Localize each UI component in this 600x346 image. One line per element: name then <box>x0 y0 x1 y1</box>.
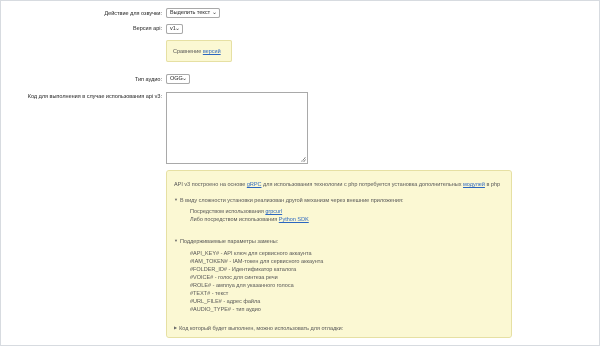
compare-note-text: Сравнение <box>173 49 202 55</box>
api-version-select[interactable]: v1 ⌄ <box>166 24 183 34</box>
code-field-label: Код для выполнения в случае использовани… <box>27 94 162 100</box>
info-intro-text: API v3 построено на основе <box>174 182 246 188</box>
param-item: #ROLE# - амплуа для указанного голоса <box>190 283 294 289</box>
chevron-down-icon: ⌄ <box>211 10 217 16</box>
python-sdk-line: Либо посредством использования Python SD… <box>190 217 309 224</box>
code-textarea[interactable] <box>166 92 308 164</box>
param-item: #TEXT# - текст <box>190 291 229 297</box>
param-item: #FOLDER_ID# - Идентификатор каталога <box>190 267 297 273</box>
info-intro-mid-text: для использования технологии с php потре… <box>263 182 462 188</box>
compare-versions-link[interactable]: версий <box>203 49 221 55</box>
chevron-down-icon: ⌄ <box>174 26 180 32</box>
section-external-apps-toggle[interactable]: ▼ В виду сложности установки реализован д… <box>174 196 404 205</box>
triangle-down-icon: ▼ <box>174 197 178 202</box>
grpcurl-link[interactable]: grpcurl <box>265 209 282 215</box>
section-debug-code-title: Код который будет выполнен, можно исполь… <box>179 326 344 332</box>
chevron-down-icon: ⌄ <box>181 76 187 82</box>
audio-type-value: OGG <box>170 76 183 82</box>
resize-handle-icon[interactable] <box>301 157 306 162</box>
compare-versions-note: Сравнение версий <box>166 40 232 62</box>
modules-link[interactable]: модулей <box>463 182 485 188</box>
api-v3-info-note: API v3 построено на основе gRPC для испо… <box>166 170 512 338</box>
section-params-toggle[interactable]: ▼ Поддерживаемые параметры замены: <box>174 237 278 246</box>
python-sdk-line-text: Либо посредством использования <box>190 217 278 223</box>
grpcurl-line-text: Посредством использования <box>190 209 264 215</box>
audio-type-select[interactable]: OGG ⌄ <box>166 74 190 84</box>
audio-type-label: Тип аудио: <box>134 77 162 83</box>
info-intro-post-text: в php <box>486 182 501 188</box>
section-debug-code-toggle[interactable]: ▶ Код который будет выполнен, можно испол… <box>174 324 343 333</box>
voice-action-label: Действие для озвучки: <box>104 11 162 17</box>
triangle-right-icon: ▶ <box>174 325 178 330</box>
voice-action-select[interactable]: Выделить текст ⌄ <box>166 8 220 18</box>
param-item: #VOICE# - голос для синтеза речи <box>190 275 278 281</box>
section-params-title: Поддерживаемые параметры замены: <box>179 239 279 245</box>
grpcurl-line: Посредством использования grpcurl <box>190 209 282 216</box>
api-version-label: Версия api: <box>133 26 162 32</box>
param-item: #AUDIO_TYPE# - тип аудио <box>190 307 261 313</box>
section-external-apps-title: В виду сложности установки реализован др… <box>179 198 404 204</box>
param-item: #IAM_TOKEN# - IAM-токен для сервисного а… <box>190 259 324 265</box>
info-intro: API v3 построено на основе gRPC для испо… <box>174 182 500 189</box>
triangle-down-icon: ▼ <box>174 238 178 243</box>
voice-action-value: Выделить текст <box>170 10 211 16</box>
param-item: #URL_FILE# - адрес файла <box>190 299 261 305</box>
python-sdk-link[interactable]: Python SDK <box>279 217 309 223</box>
grpc-link[interactable]: gRPC <box>247 182 262 188</box>
param-item: #API_KEY# - API ключ для сервисного акка… <box>190 251 312 257</box>
